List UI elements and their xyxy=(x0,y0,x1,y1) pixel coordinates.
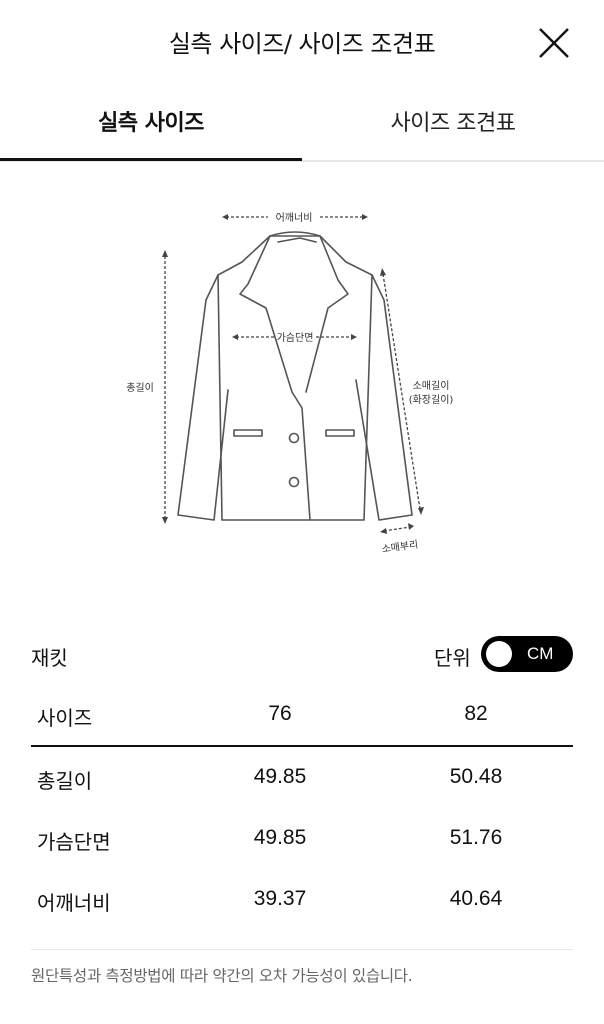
diagram-label-chest: 가슴단면 xyxy=(277,332,314,344)
size-table-header: 재킷 단위 CM xyxy=(31,630,573,678)
measurement-note: 원단특성과 측정방법에 따라 약간의 오차 가능성이 있습니다. xyxy=(31,967,413,985)
toggle-knob xyxy=(486,641,512,667)
table-cell: 39.37 xyxy=(253,887,307,910)
size-table: 사이즈 76 82 총길이 49.85 50.48 가슴단면 49.85 51.… xyxy=(31,690,573,915)
diagram-label-sleeve-length-sub: (화장길이) xyxy=(409,393,454,406)
column-header: 82 xyxy=(464,702,488,725)
diagram-label-shoulder: 어깨너비 xyxy=(276,212,313,224)
diagram-label-total-length: 총길이 xyxy=(126,381,154,394)
table-row: 어깨너비 39.37 40.64 xyxy=(31,887,573,948)
total-length-guide xyxy=(162,250,168,524)
table-cell: 49.85 xyxy=(253,826,307,849)
table-row: 총길이 49.85 50.48 xyxy=(31,765,573,826)
page-title: 실측 사이즈/ 사이즈 조견표 xyxy=(168,30,436,58)
table-cell: 51.76 xyxy=(449,826,503,849)
unit-toggle[interactable]: CM xyxy=(481,636,573,672)
tab-size-chart[interactable]: 사이즈 조견표 xyxy=(302,94,604,158)
close-icon xyxy=(539,28,569,58)
product-name: 재킷 xyxy=(31,646,68,670)
cuff-guide xyxy=(380,523,414,534)
column-header: 사이즈 xyxy=(37,706,93,730)
row-label: 총길이 xyxy=(37,769,93,793)
row-label: 어깨너비 xyxy=(37,891,111,915)
close-button[interactable] xyxy=(537,26,571,60)
table-header-row: 사이즈 76 82 xyxy=(31,690,573,747)
table-cell: 49.85 xyxy=(253,765,307,788)
jacket-illustration xyxy=(177,231,413,521)
unit-label: 단위 xyxy=(434,646,471,670)
header: 실측 사이즈/ 사이즈 조견표 xyxy=(0,0,604,84)
unit-value: CM xyxy=(527,644,554,663)
tab-measured-size[interactable]: 실측 사이즈 xyxy=(0,94,302,158)
diagram-label-cuff: 소매부리 xyxy=(381,538,419,555)
divider xyxy=(31,949,573,950)
column-header: 76 xyxy=(268,702,292,725)
diagram-label-sleeve-length: 소매길이 xyxy=(413,379,450,392)
row-label: 가슴단면 xyxy=(37,830,111,854)
tab-bar: 실측 사이즈 사이즈 조견표 xyxy=(0,94,604,162)
table-cell: 40.64 xyxy=(449,887,503,910)
active-tab-indicator xyxy=(0,158,302,161)
table-cell: 50.48 xyxy=(449,765,503,788)
table-row: 가슴단면 49.85 51.76 xyxy=(31,826,573,887)
jacket-measurement-diagram: 어깨너비 가슴단면 총길이 소매길이 (화장길이) 소매부리 xyxy=(0,190,604,570)
